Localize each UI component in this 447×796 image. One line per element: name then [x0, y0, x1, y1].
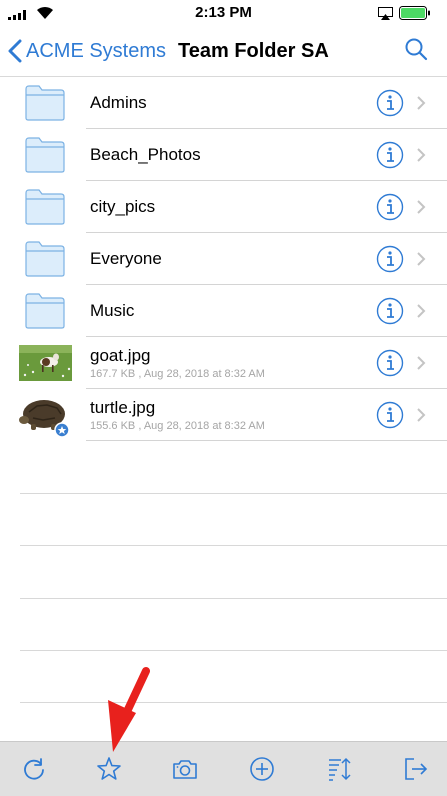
turtle-thumbnail — [19, 394, 73, 438]
folder-icon — [25, 241, 65, 277]
info-icon[interactable] — [376, 89, 404, 117]
divider — [20, 598, 447, 599]
list-item[interactable]: Music — [0, 285, 447, 337]
logout-icon[interactable] — [402, 755, 430, 783]
chevron-right-icon — [417, 356, 426, 370]
airplay-icon — [378, 7, 393, 20]
chevron-right-icon — [417, 200, 426, 214]
navigation-bar: ACME Systems Team Folder SA — [0, 28, 447, 77]
star-icon[interactable] — [95, 755, 123, 783]
item-name: Beach_Photos — [90, 145, 201, 164]
folder-icon — [25, 293, 65, 329]
divider — [20, 493, 447, 494]
search-icon[interactable] — [404, 37, 428, 61]
list-item[interactable]: Admins — [0, 77, 447, 129]
folder-icon — [25, 85, 65, 121]
item-meta: 167.7 KB , Aug 28, 2018 at 8:32 AM — [90, 368, 265, 380]
divider — [20, 702, 447, 703]
chevron-left-icon — [8, 39, 22, 63]
folder-icon — [25, 137, 65, 173]
page-title: Team Folder SA — [178, 40, 329, 62]
chevron-right-icon — [417, 148, 426, 162]
chevron-right-icon — [417, 304, 426, 318]
back-label: ACME Systems — [26, 39, 167, 62]
chevron-right-icon — [417, 96, 426, 110]
chevron-right-icon — [417, 408, 426, 422]
item-name: Admins — [90, 93, 147, 112]
file-list: Admins Beach_Photos city_pics Everyone M… — [0, 77, 447, 441]
battery-icon — [399, 6, 430, 20]
item-meta: 155.6 KB , Aug 28, 2018 at 8:32 AM — [90, 420, 265, 432]
item-name: turtle.jpg — [90, 398, 156, 417]
goat-thumbnail — [19, 345, 72, 381]
item-name: goat.jpg — [90, 346, 151, 365]
info-icon[interactable] — [376, 193, 404, 221]
info-icon[interactable] — [376, 297, 404, 325]
folder-icon — [25, 189, 65, 225]
chevron-right-icon — [417, 252, 426, 266]
list-item[interactable]: Everyone — [0, 233, 447, 285]
item-name: city_pics — [90, 197, 156, 216]
info-icon[interactable] — [376, 245, 404, 273]
info-icon[interactable] — [376, 349, 404, 377]
back-button[interactable]: ACME Systems — [8, 36, 166, 66]
add-icon[interactable] — [248, 755, 276, 783]
list-item[interactable]: city_pics — [0, 181, 447, 233]
status-bar: 2:13 PM — [0, 0, 447, 28]
list-item[interactable]: Beach_Photos — [0, 129, 447, 181]
info-icon[interactable] — [376, 141, 404, 169]
sort-icon[interactable] — [326, 755, 354, 783]
bottom-toolbar — [0, 741, 447, 796]
item-name: Music — [90, 301, 135, 320]
refresh-icon[interactable] — [20, 755, 48, 783]
info-icon[interactable] — [376, 401, 404, 429]
divider — [20, 545, 447, 546]
camera-icon[interactable] — [171, 755, 199, 783]
item-name: Everyone — [90, 249, 162, 268]
divider — [20, 650, 447, 651]
